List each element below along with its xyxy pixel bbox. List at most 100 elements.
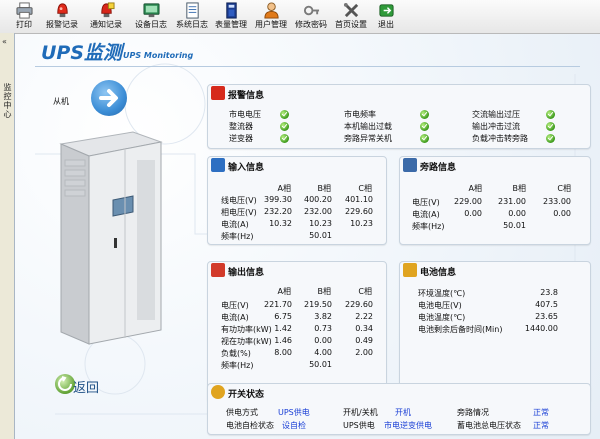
alarm-info-panel: 报警信息 市电电压 整流器 逆变器 市电频率 本机输出过载 旁路异常关机 交流输…	[207, 84, 591, 149]
arrow-right-icon	[99, 89, 118, 107]
row-label: 电池温度(℃)	[418, 313, 466, 322]
alarm-label: 市电电压	[229, 110, 261, 119]
alarm-record-icon	[56, 3, 68, 18]
toolbar-system-log-button[interactable]: 系统日志	[172, 2, 212, 29]
value: 50.01	[309, 231, 332, 240]
toolbar-label: 打印	[16, 20, 32, 29]
value: 399.30	[264, 195, 292, 204]
row-label: 电流(A)	[221, 313, 249, 322]
value: 0.73	[314, 324, 332, 333]
status-label: 电池自检状态	[226, 421, 274, 430]
system-log-icon	[185, 2, 199, 19]
value: 233.00	[543, 197, 571, 206]
printer-icon	[15, 2, 33, 19]
collapse-chevron-icon[interactable]: «	[2, 37, 11, 46]
toolbar-alarm-record-button[interactable]: 报警记录	[42, 2, 82, 29]
status-label: 蓄电池总电压状态	[457, 421, 521, 430]
toolbar-exit-button[interactable]: 退出	[372, 2, 400, 29]
ok-status-icon	[280, 122, 289, 131]
column-header: C相	[358, 184, 372, 193]
value: 1440.00	[524, 324, 558, 333]
panel-title: 旁路信息	[420, 163, 457, 173]
value: 10.32	[269, 219, 292, 228]
ok-status-icon	[420, 134, 429, 143]
monitor-center-sidebar[interactable]: « 监控中心	[0, 33, 15, 439]
toolbar-label: 设备日志	[135, 20, 167, 29]
row-label: 频率(Hz)	[221, 232, 254, 241]
value: 4.00	[314, 348, 332, 357]
toolbar-user-manage-button[interactable]: 用户管理	[251, 2, 291, 29]
notice-record-icon	[100, 2, 115, 18]
toolbar-label: 退出	[378, 20, 394, 29]
panel-title: 电池信息	[420, 268, 457, 278]
sidebar-label: 监控中心	[3, 83, 12, 119]
ok-status-icon	[280, 110, 289, 119]
status-value: 市电逆变供电	[384, 421, 432, 430]
column-header: A相	[277, 287, 291, 296]
value: 232.20	[264, 207, 292, 216]
page-title: UPS监测	[41, 42, 123, 64]
value: 1.42	[274, 324, 292, 333]
value: 0.00	[314, 336, 332, 345]
value: 0.00	[464, 209, 482, 218]
value: 10.23	[350, 219, 373, 228]
toolbar-meter-manage-button[interactable]: 表量管理	[211, 2, 251, 29]
back-button[interactable]: 返回	[73, 377, 99, 396]
value: 2.00	[355, 348, 373, 357]
status-label: 旁路情况	[457, 408, 489, 417]
value: 6.75	[274, 312, 292, 321]
alarm-label: 输出冲击过流	[472, 122, 520, 131]
row-label: 电池电压(V)	[418, 301, 462, 310]
toolbar-label: 通知记录	[90, 20, 122, 29]
column-header: B相	[512, 184, 527, 193]
row-label: 频率(Hz)	[412, 222, 445, 231]
output-info-panel: 输出信息 A相 B相 C相 电压(V) 221.70 219.50 229.60…	[207, 261, 387, 403]
row-label: 电流(A)	[221, 220, 249, 229]
row-label: 电池剩余后备时间(Min)	[418, 325, 503, 334]
status-label: UPS供电	[343, 421, 375, 430]
value: 1.46	[274, 336, 292, 345]
back-icon[interactable]	[55, 374, 75, 394]
row-label: 电压(V)	[221, 301, 249, 310]
status-value: 正常	[533, 408, 549, 417]
toolbar-home-settings-button[interactable]: 首页设置	[331, 2, 371, 29]
status-label: 供电方式	[226, 408, 258, 417]
ok-status-icon	[546, 134, 555, 143]
ok-status-icon	[420, 110, 429, 119]
alarm-label: 旁路异常关机	[344, 134, 392, 143]
ok-status-icon	[546, 110, 555, 119]
input-info-panel: 输入信息 A相 B相 C相 线电压(V) 399.30 400.20 401.1…	[207, 156, 387, 245]
value: 8.00	[274, 348, 292, 357]
switch-status-panel: 开关状态 供电方式 UPS供电 开机/关机 开机 旁路情况 正常 电池自检状态 …	[207, 383, 591, 435]
row-label: 电流(A)	[412, 210, 440, 219]
toolbar-print-button[interactable]: 打印	[12, 2, 36, 29]
toolbar-password-button[interactable]: 修改密码	[291, 2, 331, 29]
home-settings-icon	[343, 2, 358, 18]
row-label: 负载(%)	[221, 349, 251, 358]
next-arrow-button[interactable]	[91, 80, 127, 116]
column-header: B相	[317, 184, 332, 193]
row-label: 环境温度(℃)	[418, 289, 466, 298]
ok-status-icon	[280, 134, 289, 143]
title-divider	[35, 66, 580, 67]
toolbar-label: 修改密码	[295, 20, 327, 29]
exit-icon	[378, 4, 394, 17]
toolbar-device-log-button[interactable]: 设备日志	[131, 2, 171, 29]
value: 232.00	[304, 207, 332, 216]
value: 23.8	[540, 288, 558, 297]
alarm-bell-icon	[211, 86, 225, 100]
value: 50.01	[309, 360, 332, 369]
panel-title: 输出信息	[228, 268, 265, 278]
value: 23.65	[535, 312, 558, 321]
bypass-info-panel: 旁路信息 A相 B相 C相 电压(V) 229.00 231.00 233.00…	[399, 156, 591, 245]
toolbar-notice-record-button[interactable]: 通知记录	[86, 2, 126, 29]
alarm-label: 负载冲击转旁路	[472, 134, 528, 143]
page-subtitle: UPS Monitoring	[123, 51, 194, 60]
meter-manage-icon	[225, 2, 237, 19]
ok-status-icon	[546, 122, 555, 131]
value: 2.22	[355, 312, 373, 321]
column-header: A相	[277, 184, 291, 193]
output-meter-icon	[211, 263, 225, 277]
value: 221.70	[264, 300, 292, 309]
alarm-label: 交流输出过压	[472, 110, 520, 119]
